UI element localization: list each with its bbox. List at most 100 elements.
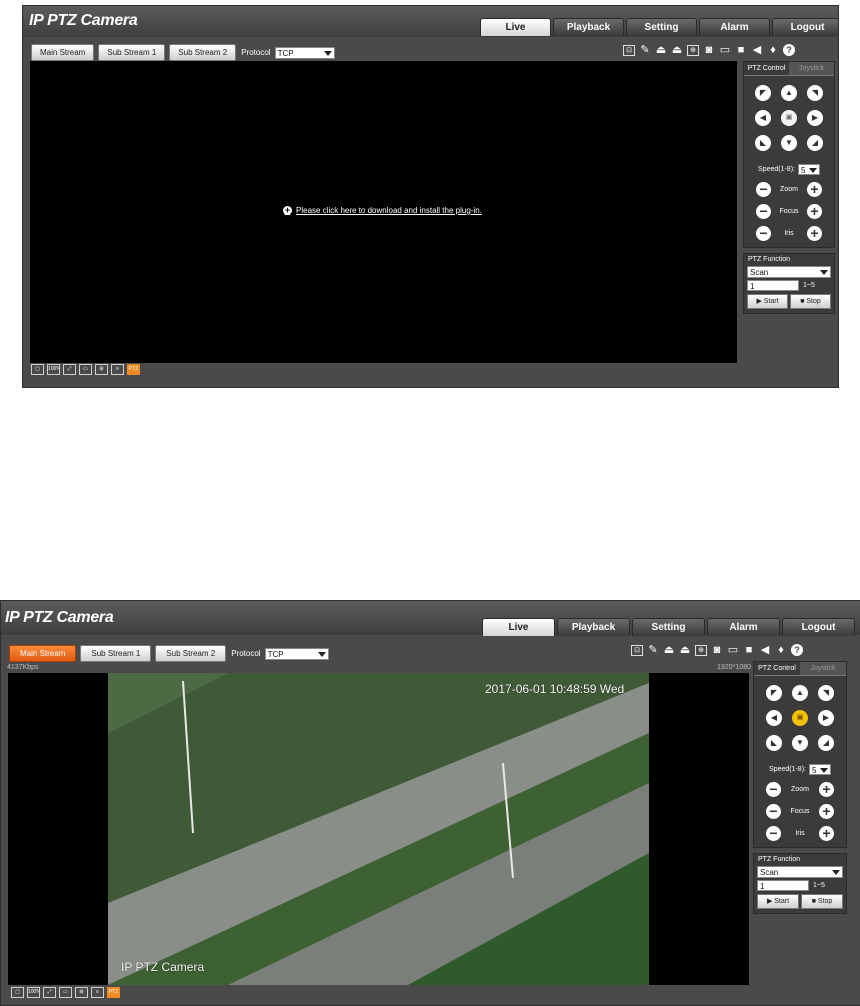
tab-live[interactable]: Live (482, 618, 555, 636)
original-size-icon[interactable]: 100% (27, 987, 40, 998)
stop-button[interactable]: ■ Stop (801, 894, 843, 909)
down-right-button[interactable]: ◢ (807, 135, 823, 151)
list-icon[interactable]: ≡ (91, 987, 104, 998)
down-left-button[interactable]: ◣ (755, 135, 771, 151)
speed-select[interactable]: 5 (797, 164, 820, 175)
fullscreen-icon[interactable]: ⊡ (623, 44, 635, 56)
video-area[interactable]: + Please click here to download and inst… (30, 61, 737, 363)
start-button[interactable]: ▶ Start (757, 894, 799, 909)
stop-button[interactable]: ■ Stop (790, 294, 831, 309)
tab-logout[interactable]: Logout (782, 618, 855, 636)
fullscreen-icon[interactable]: ⊡ (631, 644, 643, 656)
focus-plus-button[interactable]: + (807, 204, 822, 219)
wide-icon[interactable]: ▭ (79, 364, 92, 375)
speaker-icon[interactable]: ◀ (751, 44, 763, 56)
window-icon[interactable]: ▢ (31, 364, 44, 375)
up-right-button[interactable]: ◥ (818, 685, 834, 701)
dome-alt-icon[interactable]: ⏏ (679, 644, 691, 656)
down-button[interactable]: ▼ (792, 735, 808, 751)
dome-alt-icon[interactable]: ⏏ (671, 44, 683, 56)
ptz-function-value-input[interactable]: 1 (747, 280, 799, 291)
microphone-icon[interactable]: ♦ (775, 644, 787, 656)
sub-stream-1-button[interactable]: Sub Stream 1 (98, 44, 166, 61)
sub-stream-2-button[interactable]: Sub Stream 2 (169, 44, 237, 61)
iris-minus-button[interactable]: − (756, 226, 771, 241)
snapshot-icon[interactable]: ◙ (703, 44, 715, 56)
tab-ptz-control[interactable]: PTZ Control (744, 62, 789, 75)
record-icon[interactable]: ■ (743, 644, 755, 656)
ptz-function-select[interactable]: Scan (747, 266, 831, 278)
video-area[interactable]: 2017-06-01 10:48:59 Wed IP PTZ Camera (8, 673, 749, 985)
speed-select[interactable]: 5 (808, 764, 831, 775)
help-icon[interactable]: ? (791, 644, 803, 656)
original-size-icon[interactable]: 100% (47, 364, 60, 375)
left-button[interactable]: ◀ (755, 110, 771, 126)
zoom-in-button[interactable]: + (807, 182, 822, 197)
tab-logout[interactable]: Logout (772, 18, 838, 36)
iris-minus-button[interactable]: − (766, 826, 781, 841)
start-button[interactable]: ▶ Start (747, 294, 788, 309)
microphone-icon[interactable]: ♦ (767, 44, 779, 56)
wide-icon[interactable]: ▭ (59, 987, 72, 998)
zoom-out-button[interactable]: − (756, 182, 771, 197)
iris-plus-button[interactable]: + (807, 226, 822, 241)
protocol-select[interactable]: TCP (264, 647, 329, 660)
tab-setting[interactable]: Setting (632, 618, 705, 636)
right-button[interactable]: ▶ (807, 110, 823, 126)
tab-live[interactable]: Live (480, 18, 551, 36)
up-left-button[interactable]: ◤ (755, 85, 771, 101)
ptz-function-select[interactable]: Scan (757, 866, 843, 878)
zoom-in-button[interactable]: + (819, 782, 834, 797)
sub-stream-1-button[interactable]: Sub Stream 1 (80, 645, 152, 662)
screen-icon[interactable]: ▭ (719, 44, 731, 56)
grid-icon[interactable]: ⊞ (95, 364, 108, 375)
focus-minus-button[interactable]: − (766, 804, 781, 819)
auto-focus-icon[interactable]: ▣ (792, 710, 808, 726)
ptz-icon[interactable]: PTZ (127, 364, 140, 375)
fit-icon[interactable]: ⤢ (43, 987, 56, 998)
iris-plus-button[interactable]: + (819, 826, 834, 841)
tab-ptz-control[interactable]: PTZ Control (754, 662, 800, 675)
tab-playback[interactable]: Playback (553, 18, 624, 36)
protocol-select[interactable]: TCP (274, 46, 335, 59)
tab-playback[interactable]: Playback (557, 618, 630, 636)
zoom-out-button[interactable]: − (766, 782, 781, 797)
right-button[interactable]: ▶ (818, 710, 834, 726)
main-stream-button[interactable]: Main Stream (9, 645, 77, 662)
up-right-button[interactable]: ◥ (807, 85, 823, 101)
zoom-area-icon[interactable]: ⊕ (687, 44, 699, 56)
focus-minus-button[interactable]: − (756, 204, 771, 219)
zoom-area-icon[interactable]: ⊕ (695, 644, 707, 656)
pen-icon[interactable]: ✎ (647, 644, 659, 656)
tab-joystick[interactable]: Joystick (800, 662, 846, 675)
ptz-function-value-input[interactable]: 1 (757, 880, 809, 891)
plugin-download-link[interactable]: + Please click here to download and inst… (283, 206, 482, 215)
up-button[interactable]: ▲ (792, 685, 808, 701)
tab-alarm[interactable]: Alarm (699, 18, 770, 36)
up-left-button[interactable]: ◤ (766, 685, 782, 701)
snapshot-icon[interactable]: ◙ (711, 644, 723, 656)
help-icon[interactable]: ? (783, 44, 795, 56)
dome-icon[interactable]: ⏏ (655, 44, 667, 56)
tab-joystick[interactable]: Joystick (789, 62, 834, 75)
speaker-icon[interactable]: ◀ (759, 644, 771, 656)
list-icon[interactable]: ≡ (111, 364, 124, 375)
left-button[interactable]: ◀ (766, 710, 782, 726)
main-stream-button[interactable]: Main Stream (31, 44, 95, 61)
down-right-button[interactable]: ◢ (818, 735, 834, 751)
tab-setting[interactable]: Setting (626, 18, 697, 36)
up-button[interactable]: ▲ (781, 85, 797, 101)
tab-alarm[interactable]: Alarm (707, 618, 780, 636)
down-button[interactable]: ▼ (781, 135, 797, 151)
pen-icon[interactable]: ✎ (639, 44, 651, 56)
fit-icon[interactable]: ⤢ (63, 364, 76, 375)
down-left-button[interactable]: ◣ (766, 735, 782, 751)
ptz-icon[interactable]: PTZ (107, 987, 120, 998)
focus-plus-button[interactable]: + (819, 804, 834, 819)
screen-icon[interactable]: ▭ (727, 644, 739, 656)
sub-stream-2-button[interactable]: Sub Stream 2 (155, 645, 227, 662)
dome-icon[interactable]: ⏏ (663, 644, 675, 656)
auto-focus-icon[interactable]: ▣ (781, 110, 797, 126)
record-icon[interactable]: ■ (735, 44, 747, 56)
grid-icon[interactable]: ⊞ (75, 987, 88, 998)
